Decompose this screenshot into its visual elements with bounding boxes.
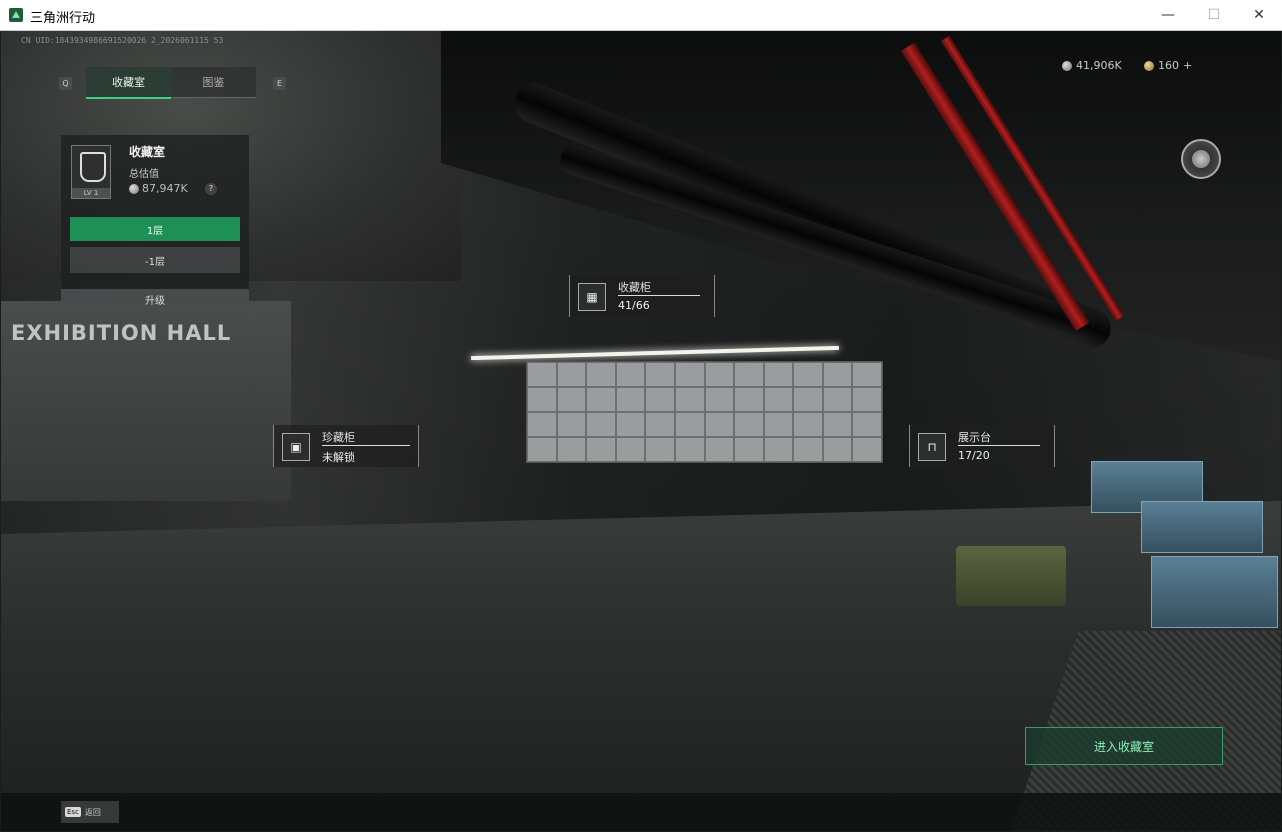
token-icon [1144,60,1154,71]
marker-label: 收藏柜 [618,281,651,294]
ceiling-light [471,345,839,361]
currency-amount-2: 160 [1158,59,1179,72]
game-viewport[interactable]: EXHIBITION HALL CN UID:18439349866915200… [1,31,1281,831]
marker-collection-cabinet[interactable]: ▦ 收藏柜 41/66 [569,275,715,317]
display-wall [526,361,883,463]
floor-1-button[interactable]: 1层 [70,217,240,241]
emblem-icon [80,152,106,182]
top-tabs: Q 收藏室 图鉴 E [57,67,286,99]
level-badge: LV 1 [71,145,111,199]
panel-subtitle: 总估值 [129,169,159,180]
minimize-button[interactable]: — [1145,0,1191,30]
maximize-button[interactable]: ☐ [1191,0,1237,30]
marker-divider [958,445,1040,446]
marker-value: 41/66 [618,299,650,312]
exhibition-hall-sign: EXHIBITION HALL [11,321,232,345]
level-label: LV 1 [72,188,110,198]
tab-codex[interactable]: 图鉴 [171,67,256,98]
esc-key-hint: Esc [65,807,81,817]
supply-crate [1141,501,1263,553]
supply-crate [1151,556,1278,628]
marker-label: 展示台 [958,431,991,444]
marker-value: 未解锁 [322,451,355,464]
coin-icon [129,183,139,194]
collection-panel: LV 1 收藏室 总估值 87,947K ? 1层 -1层 升级 [61,135,249,309]
ammo-box [956,546,1066,606]
panel-title: 收藏室 [129,145,166,159]
key-hint-right: E [273,77,286,90]
add-currency-button[interactable]: + [1183,59,1192,72]
ceiling [441,31,1281,361]
floor-minus1-button[interactable]: -1层 [70,247,240,273]
back-button[interactable]: Esc 返回 [61,801,119,823]
back-label: 返回 [84,807,101,817]
marker-label: 珍藏柜 [322,431,355,444]
window-title: 三角洲行动 [30,11,96,26]
marker-treasure-cabinet[interactable]: ▣ 珍藏柜 未解锁 [273,425,419,467]
currency-amount-1: 41,906K [1076,59,1122,72]
marker-value: 17/20 [958,449,990,462]
currency-primary: 41,906K [1062,59,1122,72]
enter-collection-room-button[interactable]: 进入收藏室 [1025,727,1223,765]
currency-secondary: 160 + [1144,59,1192,72]
tab-collection-room[interactable]: 收藏室 [86,67,171,99]
coin-icon [1062,60,1072,71]
app-logo-icon [9,8,23,22]
cabinet-icon: ▦ [578,283,606,311]
total-value: 87,947K [129,182,188,195]
total-value-text: 87,947K [142,182,188,195]
marker-display-stand[interactable]: ⊓ 展示台 17/20 [909,425,1055,467]
close-button[interactable]: ✕ [1236,0,1282,30]
bottom-bar: Esc 返回 [1,793,1281,831]
marker-divider [322,445,410,446]
upgrade-button[interactable]: 升级 [61,289,249,309]
display-stand-icon: ⊓ [918,433,946,461]
key-hint-left: Q [59,77,72,90]
marker-divider [618,295,700,296]
help-icon[interactable]: ? [205,183,217,195]
user-uid: CN UID:1843934986691520026 2_2026061115 … [21,36,224,45]
camera-lens-icon[interactable] [1181,139,1221,179]
lock-icon: ▣ [282,433,310,461]
window-titlebar: 三角洲行动 — ☐ ✕ [0,0,1282,31]
